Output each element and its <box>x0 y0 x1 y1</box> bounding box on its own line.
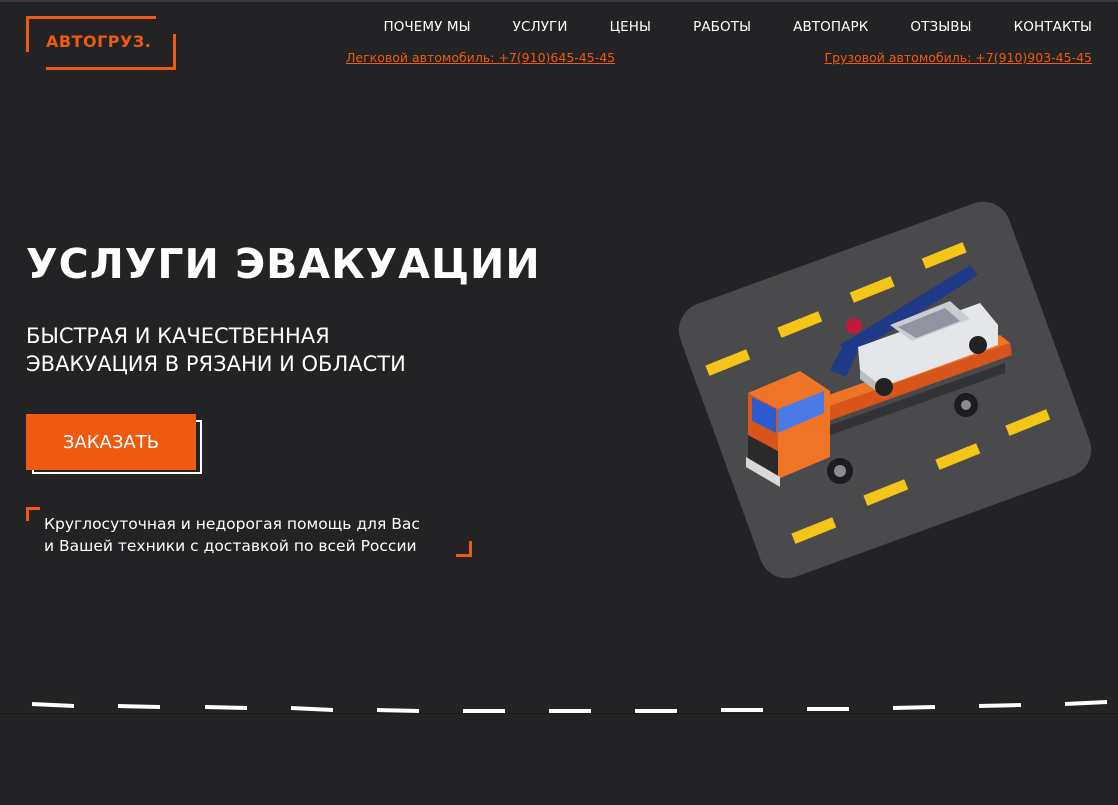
nav-item-fleet[interactable]: АВТОПАРК <box>793 19 868 35</box>
note-text: Круглосуточная и недорогая помощь для Ва… <box>44 513 420 557</box>
note-corner-bottom-right <box>456 541 472 557</box>
hero-subtitle: БЫСТРАЯ И КАЧЕСТВЕННАЯ ЭВАКУАЦИЯ В РЯЗАН… <box>26 322 406 378</box>
main-nav: ПОЧЕМУ МЫ УСЛУГИ ЦЕНЫ РАБОТЫ АВТОПАРК ОТ… <box>383 19 1092 35</box>
logo[interactable]: АВТОГРУЗ. <box>26 16 178 72</box>
hero-subtitle-line-2: ЭВАКУАЦИЯ В РЯЗАНИ И ОБЛАСТИ <box>26 352 406 376</box>
logo-text: АВТОГРУЗ. <box>46 32 152 51</box>
phone-car-link[interactable]: Легковой автомобиль: +7(910)645-45-45 <box>346 50 615 65</box>
tow-truck-illustration <box>678 201 1092 579</box>
section-divider <box>0 713 1118 714</box>
nav-item-prices[interactable]: ЦЕНЫ <box>610 19 651 35</box>
nav-item-works[interactable]: РАБОТЫ <box>693 19 751 35</box>
note-corner-top-left <box>26 507 40 521</box>
order-button-wrapper: ЗАКАЗАТЬ <box>26 414 204 476</box>
hero-subtitle-line-1: БЫСТРАЯ И КАЧЕСТВЕННАЯ <box>26 324 330 348</box>
note-line-2: и Вашей техники с доставкой по всей Росс… <box>44 537 417 555</box>
nav-item-why-us[interactable]: ПОЧЕМУ МЫ <box>383 19 470 35</box>
phone-truck-link[interactable]: Грузовой автомобиль: +7(910)903-45-45 <box>825 50 1093 65</box>
nav-item-reviews[interactable]: ОТЗЫВЫ <box>910 19 971 35</box>
nav-item-contacts[interactable]: КОНТАКТЫ <box>1014 19 1092 35</box>
top-border <box>0 0 1118 2</box>
nav-item-services[interactable]: УСЛУГИ <box>513 19 568 35</box>
hero-note: Круглосуточная и недорогая помощь для Ва… <box>26 507 476 561</box>
note-line-1: Круглосуточная и недорогая помощь для Ва… <box>44 515 420 533</box>
road-marking-icon <box>31 700 1108 713</box>
order-button[interactable]: ЗАКАЗАТЬ <box>26 414 196 470</box>
hero-title: УСЛУГИ ЭВАКУАЦИИ <box>26 240 541 288</box>
